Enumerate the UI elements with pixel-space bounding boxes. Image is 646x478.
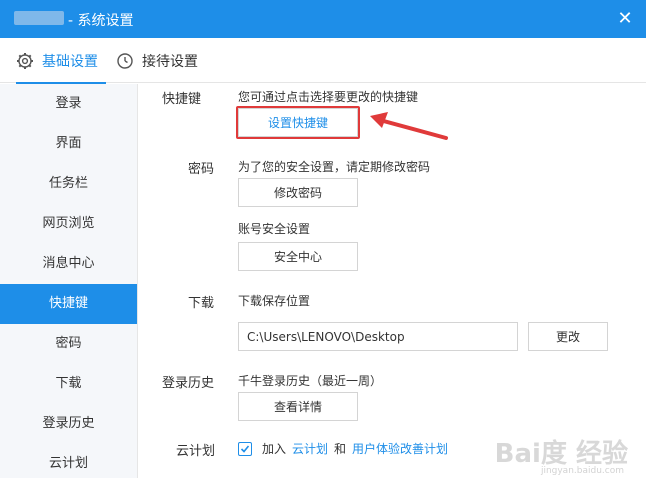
sidebar-item-cloud-plan[interactable]: 云计划	[0, 444, 137, 478]
sidebar-item-login-history[interactable]: 登录历史	[0, 404, 137, 444]
cloud-join-text: 加入	[262, 442, 287, 456]
cloud-plan-label: 云计划	[176, 444, 216, 459]
cloud-plan-checkbox[interactable]	[238, 441, 252, 456]
hotkey-desc: 您可通过点击选择要更改的快捷键	[238, 90, 419, 104]
close-button[interactable]: ✕	[612, 6, 638, 32]
user-experience-plan-link[interactable]: 用户体验改善计划	[352, 440, 448, 457]
sidebar-item-web-browsing[interactable]: 网页浏览	[0, 204, 137, 244]
login-history-label: 登录历史	[162, 376, 215, 391]
view-details-button[interactable]: 查看详情	[238, 392, 358, 421]
sidebar-item-download[interactable]: 下载	[0, 364, 137, 404]
set-hotkey-button[interactable]: 设置快捷键	[238, 108, 358, 137]
window-title: - 系统设置	[68, 13, 134, 29]
tab-bar: 基础设置 接待设置	[0, 38, 646, 84]
tab-basic-settings[interactable]: 基础设置	[16, 38, 106, 84]
security-center-button[interactable]: 安全中心	[238, 242, 358, 271]
app-name-blurred	[14, 11, 64, 25]
download-label: 下载	[188, 296, 215, 311]
watermark-url: jingyan.baidu.com	[540, 466, 624, 476]
arrow-annotation-icon	[370, 112, 448, 140]
hotkey-label: 快捷键	[162, 92, 202, 107]
clock-icon	[116, 52, 134, 70]
gear-icon	[16, 52, 34, 70]
tab-label: 接待设置	[142, 53, 198, 70]
close-icon: ✕	[617, 8, 633, 29]
password-desc: 为了您的安全设置，请定期修改密码	[238, 160, 431, 174]
account-security-desc: 账号安全设置	[238, 222, 311, 236]
sidebar-item-password[interactable]: 密码	[0, 324, 137, 364]
change-path-button[interactable]: 更改	[528, 322, 608, 351]
checkmark-icon	[240, 444, 250, 453]
cloud-and-text: 和	[334, 442, 347, 456]
cloud-plan-row: 加入 云计划 和 用户体验改善计划	[238, 440, 454, 457]
tab-label: 基础设置	[42, 53, 98, 70]
download-path-input[interactable]	[238, 322, 518, 351]
download-desc: 下载保存位置	[238, 294, 311, 308]
settings-content: 快捷键 您可通过点击选择要更改的快捷键 设置快捷键 密码 为了您的安全设置，请定…	[138, 84, 646, 478]
cloud-plan-link[interactable]: 云计划	[292, 440, 328, 457]
title-bar: - 系统设置 ✕	[0, 0, 646, 38]
sidebar-item-message-center[interactable]: 消息中心	[0, 244, 137, 284]
change-password-button[interactable]: 修改密码	[238, 178, 358, 207]
sidebar-item-hotkey[interactable]: 快捷键	[0, 284, 137, 324]
watermark-logo: Bai度 经验	[494, 439, 628, 469]
sidebar-item-taskbar[interactable]: 任务栏	[0, 164, 137, 204]
sidebar-item-login[interactable]: 登录	[0, 84, 137, 124]
sidebar-item-interface[interactable]: 界面	[0, 124, 137, 164]
tab-reception-settings[interactable]: 接待设置	[116, 38, 198, 83]
settings-sidebar: 登录 界面 任务栏 网页浏览 消息中心 快捷键 密码 下载 登录历史 云计划	[0, 84, 138, 478]
login-history-desc: 千牛登录历史（最近一周）	[238, 374, 383, 388]
password-label: 密码	[188, 162, 215, 177]
